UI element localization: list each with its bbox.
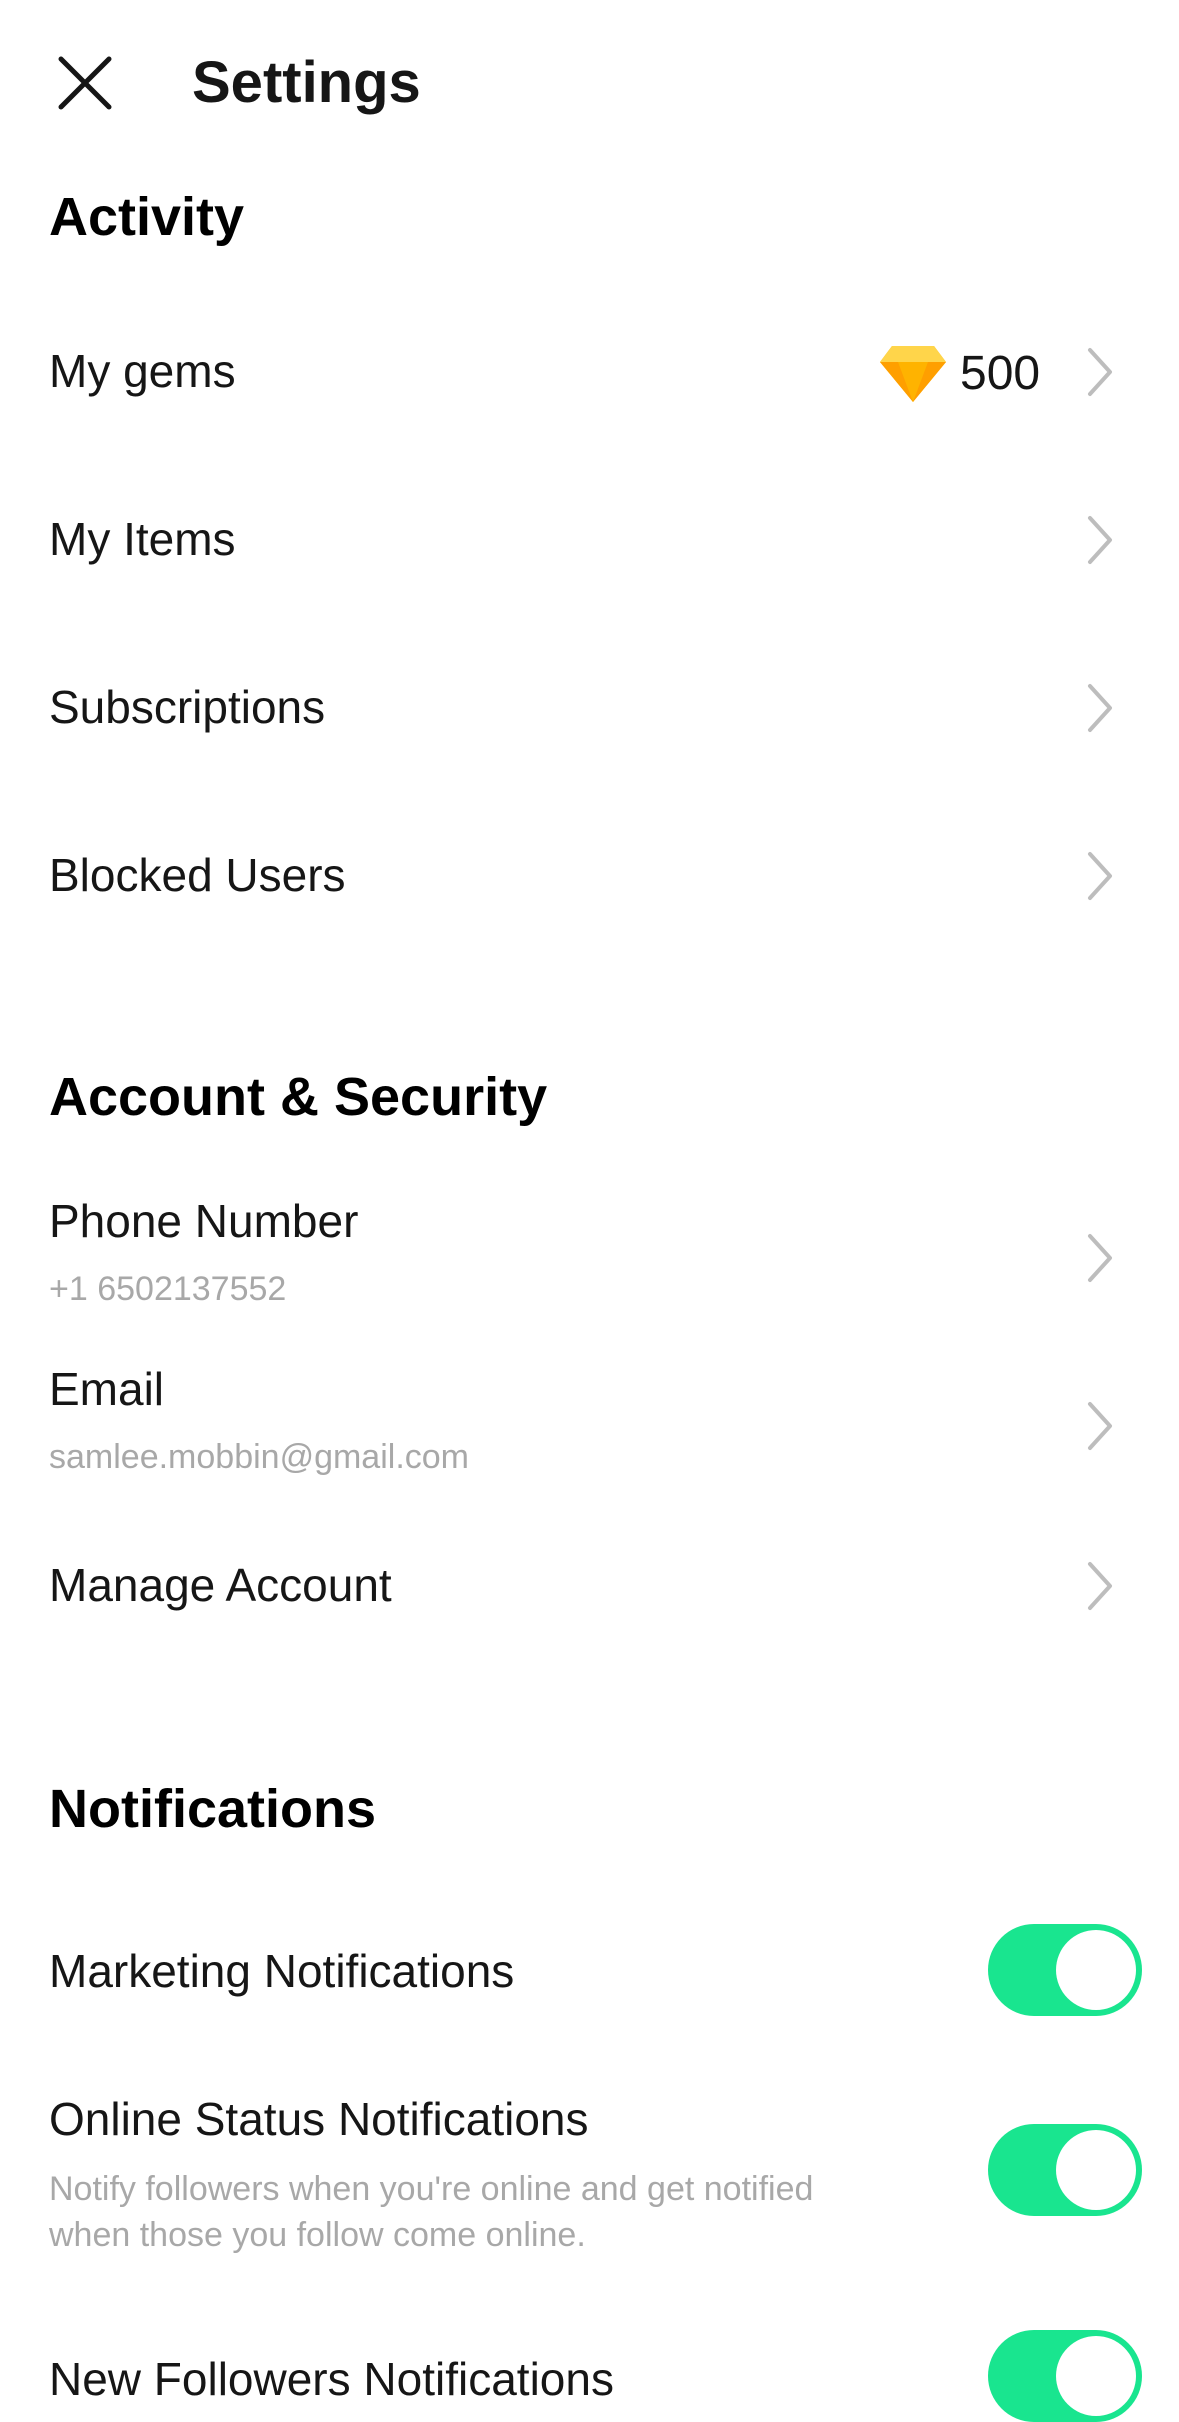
header: Settings [0,0,1179,160]
row-label: Marketing Notifications [49,1945,515,1997]
chevron-right-icon [1088,1562,1112,1610]
row-online-status-notifications: Online Status Notifications Notify follo… [0,2086,1179,2266]
chevron-right-icon [1088,684,1112,732]
online-status-description: Notify followers when you're online and … [49,2170,814,2254]
row-new-followers-notifications: New Followers Notifications [0,2330,1179,2422]
page-title: Settings [192,50,421,115]
close-button[interactable] [40,38,130,128]
chevron-right-icon [1088,852,1112,900]
row-label: Phone Number [49,1195,359,1247]
row-marketing-notifications: Marketing Notifications [0,1914,1179,2024]
toggle-knob [1056,1930,1136,2010]
row-label: Online Status Notifications [49,2093,589,2145]
section-title-notifications: Notifications [49,1779,377,1839]
row-label: Blocked Users [49,849,346,901]
gem-icon [880,346,946,402]
chevron-right-icon [1088,1402,1112,1450]
section-title-activity: Activity [49,187,245,247]
row-label: New Followers Notifications [49,2353,614,2405]
chevron-right-icon [1088,348,1112,396]
row-label: My gems [49,345,236,397]
row-label: Manage Account [49,1559,392,1611]
row-subscriptions[interactable]: Subscriptions [0,658,1179,758]
row-phone-number[interactable]: Phone Number +1 6502137552 [0,1188,1179,1328]
toggle-knob [1056,2130,1136,2210]
row-blocked-users[interactable]: Blocked Users [0,826,1179,926]
row-label: My Items [49,513,236,565]
row-label: Subscriptions [49,681,326,733]
gems-count: 500 [960,347,1041,400]
chevron-right-icon [1088,516,1112,564]
online-status-notifications-toggle[interactable] [988,2124,1142,2216]
new-followers-notifications-toggle[interactable] [988,2330,1142,2422]
phone-number-value: +1 6502137552 [49,1270,287,1308]
email-value: samlee.mobbin@gmail.com [49,1438,470,1476]
row-manage-account[interactable]: Manage Account [0,1536,1179,1636]
chevron-right-icon [1088,1234,1112,1282]
row-email[interactable]: Email samlee.mobbin@gmail.com [0,1356,1179,1496]
toggle-knob [1056,2336,1136,2416]
row-my-gems[interactable]: My gems 500 [0,322,1179,422]
row-label: Email [49,1363,165,1415]
close-icon[interactable] [57,55,113,111]
row-my-items[interactable]: My Items [0,490,1179,590]
section-title-account-security: Account & Security [49,1067,548,1127]
marketing-notifications-toggle[interactable] [988,1924,1142,2016]
